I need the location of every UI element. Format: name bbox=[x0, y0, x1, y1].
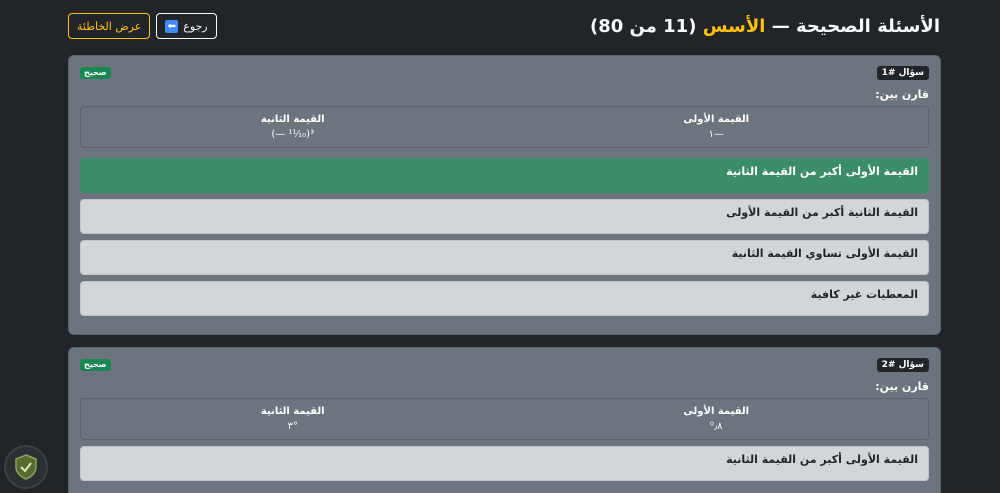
page-header: الأسئلة الصحيحة — الأسس (11 من 80) عرض ا… bbox=[68, 12, 940, 40]
compare-box: القيمة الأولى ١— القيمة الثانية (— ¹¹⁄₁₀… bbox=[80, 106, 929, 148]
page-title: الأسئلة الصحيحة — الأسس (11 من 80) bbox=[590, 16, 940, 37]
second-value: (— ¹¹⁄₁₀)³ bbox=[271, 129, 315, 140]
answer-option[interactable]: القيمة الثانية أكبر من القيمة الأولى bbox=[80, 199, 929, 234]
second-value-label: القيمة الثانية bbox=[260, 406, 325, 417]
question-card-2: سؤال #2 صحيح قارن بين: القيمة الأولى ⁰٫٨… bbox=[68, 347, 941, 493]
show-wrong-button[interactable]: عرض الخاطئة bbox=[68, 13, 151, 39]
back-arrow-icon: ⬅ bbox=[165, 19, 179, 33]
question-card-1: سؤال #1 صحيح قارن بين: القيمة الأولى ١— … bbox=[68, 55, 941, 335]
shield-check-icon bbox=[15, 454, 37, 480]
first-value: ١— bbox=[708, 129, 724, 140]
back-label: رجوع bbox=[183, 19, 208, 33]
site-logo bbox=[4, 445, 48, 489]
first-value-label: القيمة الأولى bbox=[683, 114, 750, 125]
first-value-col: القيمة الأولى ⁰٫٨ bbox=[505, 406, 929, 432]
header-buttons: عرض الخاطئة ⬅ رجوع bbox=[68, 13, 217, 39]
status-badge: صحيح bbox=[80, 67, 111, 79]
compare-box: القيمة الأولى ⁰٫٨ القيمة الثانية ٣° bbox=[80, 398, 929, 440]
second-value-label: القيمة الثانية bbox=[260, 114, 325, 125]
answer-option[interactable]: المعطيات غير كافية bbox=[80, 281, 929, 316]
title-topic: الأسس bbox=[702, 15, 766, 37]
first-value-col: القيمة الأولى ١— bbox=[505, 114, 929, 140]
question-prompt: قارن بين: bbox=[875, 380, 929, 393]
question-prompt: قارن بين: bbox=[875, 88, 929, 101]
first-value-label: القيمة الأولى bbox=[683, 406, 750, 417]
answer-option[interactable]: القيمة الأولى أكبر من القيمة الثانية bbox=[80, 446, 929, 481]
show-wrong-label: عرض الخاطئة bbox=[77, 19, 142, 33]
status-badge: صحيح bbox=[80, 359, 111, 371]
back-button[interactable]: ⬅ رجوع bbox=[156, 13, 217, 39]
second-value: ٣° bbox=[287, 421, 298, 432]
first-value: ⁰٫٨ bbox=[709, 421, 723, 432]
title-prefix: الأسئلة الصحيحة — bbox=[765, 15, 940, 37]
second-value-col: القيمة الثانية ٣° bbox=[81, 406, 505, 432]
second-value-col: القيمة الثانية (— ¹¹⁄₁₀)³ bbox=[81, 114, 505, 140]
title-count: (11 من 80) bbox=[589, 15, 703, 37]
answer-option[interactable]: القيمة الأولى تساوي القيمة الثانية bbox=[80, 240, 929, 275]
question-number-badge: سؤال #1 bbox=[876, 66, 929, 80]
question-number-badge: سؤال #2 bbox=[876, 358, 929, 372]
answer-option-correct[interactable]: القيمة الأولى أكبر من القيمة الثانية bbox=[80, 158, 929, 193]
